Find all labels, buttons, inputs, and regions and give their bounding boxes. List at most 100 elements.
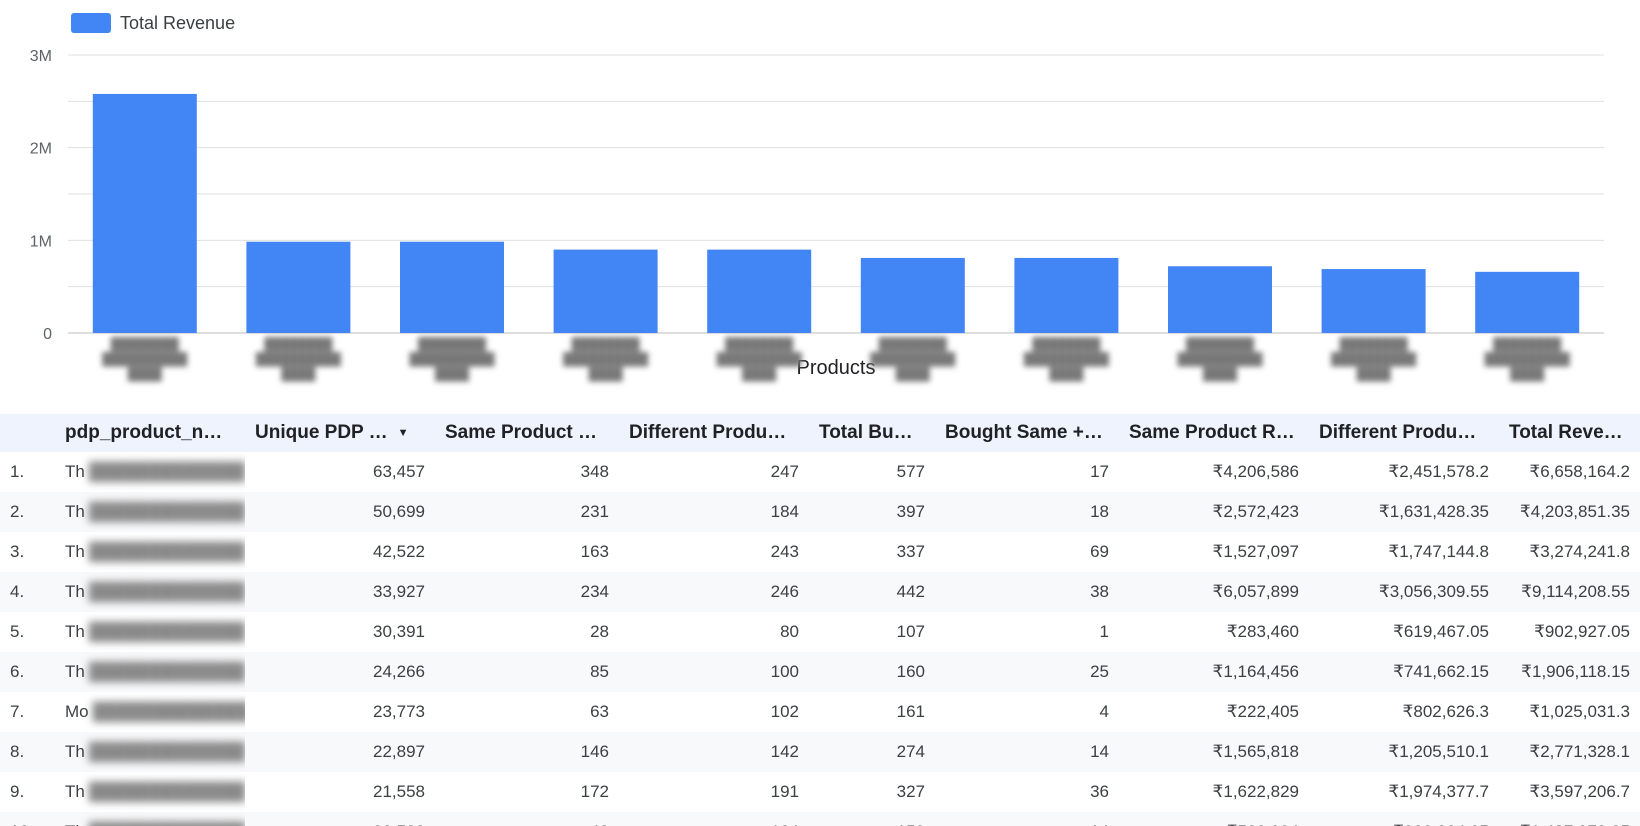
metric-cell: ₹1,565,818 xyxy=(1212,742,1299,761)
table-row[interactable]: 8. Th █████████████ 22,897 146 142 274 14 ₹1,565… xyxy=(0,732,1640,772)
product-name-redacted: █████████████ xyxy=(88,662,245,681)
x-tick-label-redacted: ████████ ██████████ ████ xyxy=(716,337,802,381)
header-unique-pdp-label: Unique PDP … xyxy=(255,422,388,443)
sort-descending-icon[interactable]: ▼ xyxy=(398,427,409,439)
header-different-product-revenue[interactable]: Different Produ… xyxy=(1309,414,1499,452)
table-row[interactable]: 5. Th █████████████ 30,391 28 80 107 1 ₹283,460 ₹… xyxy=(0,612,1640,652)
table-row[interactable]: 6. Th █████████████ 24,266 85 100 160 25 ₹1,164,… xyxy=(0,652,1640,692)
y-tick-label: 1M xyxy=(30,233,52,250)
header-different-product[interactable]: Different Produ… xyxy=(619,414,809,452)
metric-cell: 142 xyxy=(770,742,799,761)
metric-cell: 42,522 xyxy=(373,542,425,561)
table-row[interactable]: 4. Th █████████████ 33,927 234 246 442 38 ₹6,057… xyxy=(0,572,1640,612)
row-number: 6. xyxy=(10,662,25,681)
product-name-visible: Th xyxy=(65,502,85,521)
metric-cell: 21,558 xyxy=(373,782,425,801)
table-row[interactable]: 1. Th █████████████ 63,457 348 247 577 17 ₹4,206… xyxy=(0,452,1640,492)
product-name-visible: Th xyxy=(65,622,85,641)
bar[interactable] xyxy=(1168,266,1272,333)
metric-cell: 577 xyxy=(896,462,925,481)
bar[interactable] xyxy=(1475,271,1580,333)
metric-cell: ₹802,626.3 xyxy=(1402,702,1489,721)
product-name-cell: Th█████████████ xyxy=(55,612,245,652)
metric-cell: 231 xyxy=(580,502,609,521)
header-total-bought[interactable]: Total Bu… xyxy=(809,414,935,452)
row-number: 5. xyxy=(10,622,25,641)
table-row[interactable]: 10. Th █████████████20,5304012415914₹528,9… xyxy=(0,812,1640,826)
metric-cell: 184 xyxy=(770,502,799,521)
header-same-product[interactable]: Same Product … xyxy=(435,414,619,452)
product-name-visible: Th xyxy=(65,462,85,481)
bar[interactable] xyxy=(553,249,658,333)
metric-cell: 102 xyxy=(770,702,799,721)
row-number: 1. xyxy=(10,462,25,481)
metric-cell: ₹3,274,241.8 xyxy=(1529,542,1630,561)
metric-cell: 160 xyxy=(896,662,925,681)
x-tick-label-redacted: ████████ ██████████ ████ xyxy=(1331,337,1417,381)
metric-cell: 442 xyxy=(896,582,925,601)
metric-cell: 18 xyxy=(1090,502,1109,521)
table-row[interactable]: 3. Th █████████████ 42,522 163 243 337 69 ₹1,527… xyxy=(0,532,1640,572)
table-row[interactable]: 9. Th █████████████ 21,558 172 191 327 36 ₹1,622… xyxy=(0,772,1640,812)
product-name-cell: Th█████████████ xyxy=(55,532,245,572)
chart-legend[interactable]: Total Revenue xyxy=(71,11,235,35)
metric-cell: 246 xyxy=(770,582,799,601)
product-name-redacted: █████████████ xyxy=(88,582,245,601)
metric-cell: ₹1,164,456 xyxy=(1212,662,1299,681)
metric-cell: ₹1,974,377.7 xyxy=(1388,782,1489,801)
metric-cell: ₹1,205,510.1 xyxy=(1388,742,1489,761)
product-name-cell: Th█████████████ xyxy=(55,772,245,812)
bar[interactable] xyxy=(860,257,965,333)
header-row-number xyxy=(0,414,55,452)
metric-cell: 100 xyxy=(770,662,799,681)
header-bought-same-plus[interactable]: Bought Same +… xyxy=(935,414,1119,452)
bar[interactable] xyxy=(400,241,504,333)
metric-cell: ₹528,994 xyxy=(1119,812,1309,826)
header-unique-pdp[interactable]: Unique PDP … ▼ xyxy=(245,414,435,452)
metric-cell: 40 xyxy=(435,812,619,826)
table-row[interactable]: 7. Mo █████████████ 23,773 63 102 161 4 ₹222,405… xyxy=(0,692,1640,732)
table-body: 1. Th █████████████ 63,457 348 247 577 17 ₹4,206… xyxy=(0,452,1640,826)
metric-cell: 163 xyxy=(580,542,609,561)
x-tick-label-redacted: ████████ ██████████ ████ xyxy=(1023,337,1109,381)
metric-cell: 274 xyxy=(896,742,925,761)
metric-cell: 234 xyxy=(580,582,609,601)
metric-cell: 28 xyxy=(590,622,609,641)
metric-cell: 4 xyxy=(1099,702,1109,721)
metric-cell: 172 xyxy=(580,782,609,801)
x-tick-label-redacted: ████████ ██████████ ████ xyxy=(563,337,649,381)
metric-cell: ₹741,662.15 xyxy=(1393,662,1489,681)
product-name-visible: Th xyxy=(65,822,85,826)
bar[interactable] xyxy=(1321,269,1426,333)
table-row[interactable]: 2. Th █████████████ 50,699 231 184 397 18 ₹2,572… xyxy=(0,492,1640,532)
bar[interactable] xyxy=(246,241,351,333)
product-name-cell: Th█████████████ xyxy=(55,572,245,612)
metric-cell: ₹1,025,031.3 xyxy=(1529,702,1630,721)
x-tick-label-redacted: ████████ ██████████ ████ xyxy=(1484,337,1570,381)
bar[interactable] xyxy=(707,249,812,333)
metric-cell: 124 xyxy=(619,812,809,826)
metric-cell: 17 xyxy=(1090,462,1109,481)
x-tick-label-redacted: ████████ ██████████ ████ xyxy=(1177,337,1263,381)
metric-cell: 36 xyxy=(1090,782,1109,801)
metric-cell: 80 xyxy=(780,622,799,641)
metric-cell: 327 xyxy=(896,782,925,801)
y-tick-label: 3M xyxy=(30,48,52,65)
bar[interactable] xyxy=(92,93,197,333)
bar[interactable] xyxy=(1014,257,1119,333)
metric-cell: 191 xyxy=(770,782,799,801)
product-name-redacted: █████████████ xyxy=(92,702,245,721)
metric-cell: ₹902,927.05 xyxy=(1534,622,1630,641)
metric-cell: 348 xyxy=(580,462,609,481)
metric-cell: 33,927 xyxy=(373,582,425,601)
x-tick-label-redacted: ████████ ██████████ ████ xyxy=(409,337,495,381)
product-name-cell: Mo █████████████ xyxy=(55,692,245,732)
metric-cell: ₹2,572,423 xyxy=(1212,502,1299,521)
row-number: 10. xyxy=(0,812,55,826)
product-name-visible: Mo xyxy=(65,702,89,721)
metric-cell: ₹9,114,208.55 xyxy=(1521,582,1630,601)
header-product-name[interactable]: pdp_product_n… xyxy=(55,414,245,452)
product-table: pdp_product_n… Unique PDP … ▼ Same Produc… xyxy=(0,414,1640,826)
header-same-product-revenue[interactable]: Same Product R… xyxy=(1119,414,1309,452)
header-total-revenue[interactable]: Total Reve… xyxy=(1499,414,1640,452)
